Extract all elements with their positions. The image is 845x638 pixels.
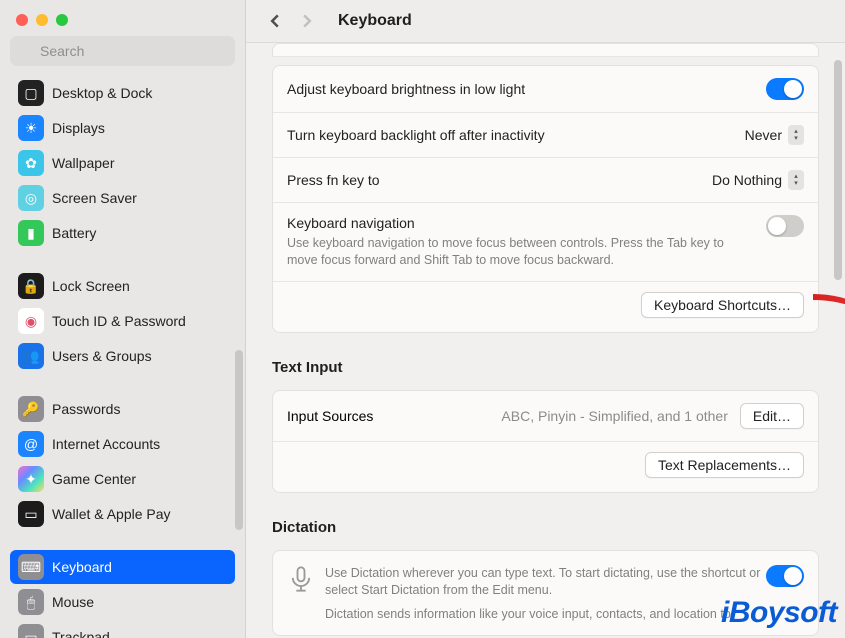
sidebar-item-label: Passwords	[52, 401, 120, 417]
content-header: Keyboard	[246, 0, 845, 43]
dictation-desc-2: Dictation sends information like your vo…	[325, 606, 766, 624]
sidebar-item-label: Internet Accounts	[52, 436, 160, 452]
touch-id-password-icon: ◉	[18, 308, 44, 334]
mouse-icon: 🖱	[18, 589, 44, 615]
sidebar-item-label: Desktop & Dock	[52, 85, 152, 101]
text-replacements-button[interactable]: Text Replacements…	[645, 452, 804, 478]
fullscreen-window-button[interactable]	[56, 14, 68, 26]
sidebar-item-label: Mouse	[52, 594, 94, 610]
fn-label: Press fn key to	[287, 172, 380, 188]
text-input-heading: Text Input	[272, 333, 819, 382]
game-center-icon: ✦	[18, 466, 44, 492]
sidebar-item-label: Battery	[52, 225, 96, 241]
close-window-button[interactable]	[16, 14, 28, 26]
sidebar-item-label: Wallpaper	[52, 155, 115, 171]
sidebar-item-wallpaper[interactable]: ✿ Wallpaper	[10, 146, 235, 180]
sidebar-item-battery[interactable]: ▮ Battery	[10, 216, 235, 250]
desktop-dock-icon: ▢	[18, 80, 44, 106]
window-controls	[0, 0, 245, 36]
input-sources-label: Input Sources	[287, 408, 373, 424]
backlight-stepper[interactable]: ▴▾	[788, 125, 804, 145]
nav-description: Use keyboard navigation to move focus be…	[287, 235, 747, 269]
sidebar-item-label: Displays	[52, 120, 105, 136]
trackpad-icon: ▭	[18, 624, 44, 638]
sidebar-item-internet-accounts[interactable]: @ Internet Accounts	[10, 427, 235, 461]
edit-input-sources-button[interactable]: Edit…	[740, 403, 804, 429]
sidebar-item-mouse[interactable]: 🖱 Mouse	[10, 585, 235, 619]
fn-value: Do Nothing	[712, 172, 782, 188]
back-button[interactable]	[266, 12, 284, 30]
sidebar-list: ▢ Desktop & Dock ☀ Displays ✿ Wallpaper ◎ Scree…	[0, 76, 245, 638]
lock-screen-icon: 🔒	[18, 273, 44, 299]
backlight-label: Turn keyboard backlight off after inacti…	[287, 127, 545, 143]
passwords-icon: 🔑	[18, 396, 44, 422]
forward-button[interactable]	[298, 12, 316, 30]
minimize-window-button[interactable]	[36, 14, 48, 26]
displays-icon: ☀	[18, 115, 44, 141]
users-groups-icon: 👥	[18, 343, 44, 369]
internet-accounts-icon: @	[18, 431, 44, 457]
sidebar-item-users-groups[interactable]: 👥 Users & Groups	[10, 339, 235, 373]
sidebar-item-label: Lock Screen	[52, 278, 130, 294]
sidebar-item-label: Trackpad	[52, 629, 110, 638]
sidebar-item-trackpad[interactable]: ▭ Trackpad	[10, 620, 235, 638]
sidebar-item-game-center[interactable]: ✦ Game Center	[10, 462, 235, 496]
sidebar-item-label: Touch ID & Password	[52, 313, 186, 329]
sidebar-item-wallet-apple-pay[interactable]: ▭ Wallet & Apple Pay	[10, 497, 235, 531]
sidebar-item-label: Screen Saver	[52, 190, 137, 206]
sidebar-item-touch-id-password[interactable]: ◉ Touch ID & Password	[10, 304, 235, 338]
dictation-desc-1: Use Dictation wherever you can type text…	[325, 565, 766, 600]
keyboard-nav-toggle[interactable]	[766, 215, 804, 237]
sidebar-item-label: Wallet & Apple Pay	[52, 506, 171, 522]
brightness-label: Adjust keyboard brightness in low light	[287, 81, 525, 97]
microphone-icon	[287, 565, 315, 593]
sidebar-scrollbar[interactable]	[235, 350, 243, 530]
search-input[interactable]	[10, 36, 235, 66]
content-scrollbar[interactable]	[834, 60, 842, 280]
sidebar-item-label: Users & Groups	[52, 348, 152, 364]
backlight-value: Never	[745, 127, 782, 143]
page-title: Keyboard	[338, 12, 412, 30]
brightness-toggle[interactable]	[766, 78, 804, 100]
input-sources-value: ABC, Pinyin - Simplified, and 1 other	[501, 408, 727, 424]
sidebar-item-desktop-dock[interactable]: ▢ Desktop & Dock	[10, 76, 235, 110]
wallet-apple-pay-icon: ▭	[18, 501, 44, 527]
content-pane: Keyboard Adjust keyboard brightness in l…	[246, 0, 845, 638]
wallpaper-icon: ✿	[18, 150, 44, 176]
nav-label: Keyboard navigation	[287, 215, 766, 231]
battery-icon: ▮	[18, 220, 44, 246]
sidebar-item-screen-saver[interactable]: ◎ Screen Saver	[10, 181, 235, 215]
sidebar-item-lock-screen[interactable]: 🔒 Lock Screen	[10, 269, 235, 303]
sidebar-item-label: Keyboard	[52, 559, 112, 575]
keyboard-icon: ⌨	[18, 554, 44, 580]
dictation-heading: Dictation	[272, 493, 819, 542]
sidebar-item-label: Game Center	[52, 471, 136, 487]
sidebar-item-passwords[interactable]: 🔑 Passwords	[10, 392, 235, 426]
sidebar-item-displays[interactable]: ☀ Displays	[10, 111, 235, 145]
sidebar: ▢ Desktop & Dock ☀ Displays ✿ Wallpaper ◎ Scree…	[0, 0, 246, 638]
sidebar-item-keyboard[interactable]: ⌨ Keyboard	[10, 550, 235, 584]
keyboard-shortcuts-button[interactable]: Keyboard Shortcuts…	[641, 292, 804, 318]
fn-stepper[interactable]: ▴▾	[788, 170, 804, 190]
dictation-toggle[interactable]	[766, 565, 804, 587]
screen-saver-icon: ◎	[18, 185, 44, 211]
